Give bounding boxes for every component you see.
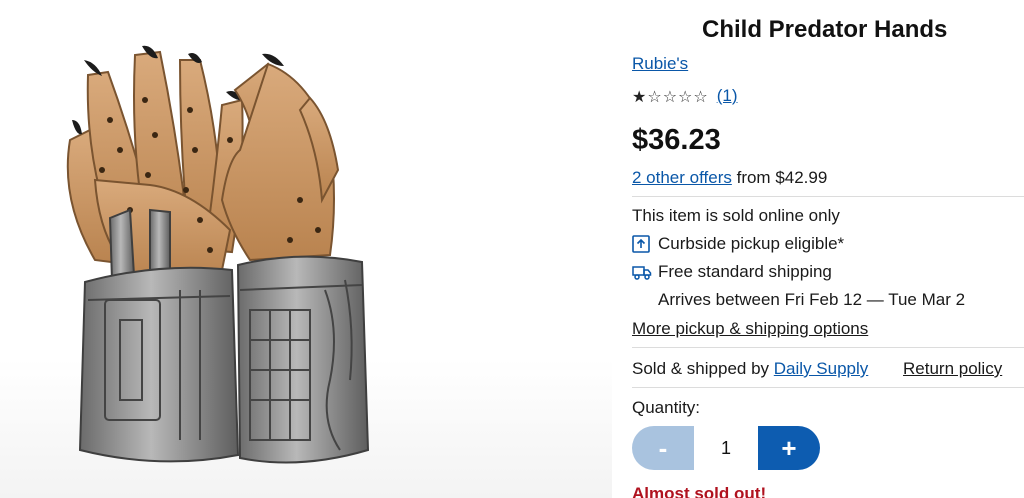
quantity-label: Quantity:: [632, 398, 701, 417]
divider: [632, 387, 1024, 388]
right-gauntlet: [236, 255, 370, 464]
quantity-value: 1: [720, 437, 731, 458]
return-policy-link[interactable]: Return policy: [903, 359, 1002, 379]
product-price: $36.23: [632, 124, 721, 156]
rating-row: ★☆☆☆☆ (1): [632, 86, 738, 106]
delivery-truck-icon: [632, 263, 652, 281]
other-offers-link[interactable]: 2 other offers: [632, 168, 732, 187]
brand-link[interactable]: Rubie's: [632, 54, 688, 74]
product-image: [0, 0, 612, 498]
product-illustration: [66, 45, 370, 464]
star-rating: ★☆☆☆☆: [632, 87, 709, 106]
curbside-pickup-icon: [632, 235, 650, 253]
other-offers: 2 other offers from $42.99: [632, 168, 827, 188]
increase-quantity-button[interactable]: +: [758, 426, 820, 470]
quantity-stepper: - 1 +: [632, 426, 822, 470]
shipping-text: Free standard shipping: [658, 262, 832, 281]
more-options-link[interactable]: More pickup & shipping options: [632, 319, 868, 339]
decrease-quantity-button[interactable]: -: [632, 426, 694, 470]
other-offers-price: from $42.99: [736, 168, 828, 187]
divider: [632, 196, 1024, 197]
seller-info: Sold & shipped by Daily Supply: [632, 359, 868, 379]
seller-prefix: Sold & shipped by: [632, 359, 770, 378]
arrival-text: Arrives between Fri Feb 12 — Tue Mar 2: [658, 290, 966, 309]
online-only-text: This item is sold online only: [632, 206, 840, 225]
star-empty-icon: ☆☆☆☆: [647, 86, 709, 106]
star-icon: ★: [632, 86, 648, 106]
product-details: Child Predator Hands Rubie's ★☆☆☆☆ (1) $…: [632, 0, 1024, 498]
product-title: Child Predator Hands: [702, 16, 948, 43]
curbside-text: Curbside pickup eligible*: [658, 234, 845, 253]
review-count-link[interactable]: (1): [717, 86, 738, 106]
seller-link[interactable]: Daily Supply: [774, 359, 869, 378]
divider: [632, 347, 1024, 348]
stock-warning: Almost sold out!: [632, 484, 767, 498]
